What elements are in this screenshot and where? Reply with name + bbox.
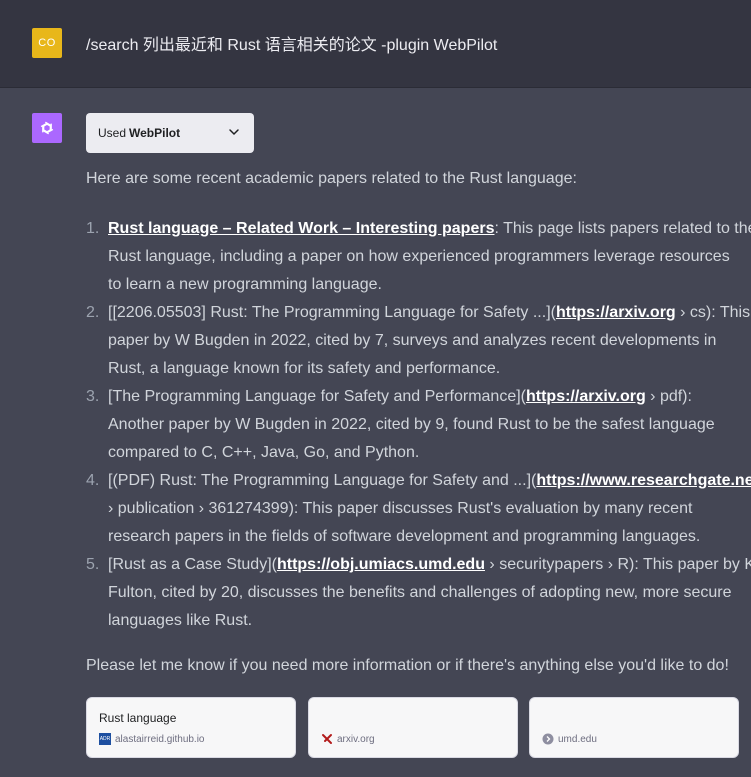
assistant-avatar (32, 113, 62, 143)
list-item: 3. [The Programming Language for Safety … (86, 383, 751, 467)
paper-link[interactable]: https://www.researchgate.net (536, 472, 751, 489)
list-item: 4. [(PDF) Rust: The Programming Language… (86, 467, 751, 551)
source-card-domain: alastairreid.github.io (115, 733, 205, 745)
item-text: paper by W Bugden in 2022, cited by 7, s… (108, 332, 717, 349)
item-text: research papers in the fields of softwar… (108, 528, 701, 545)
item-text: : This page lists papers related to the (494, 220, 751, 237)
source-card-alastairreid[interactable]: Rust language ADR alastairreid.github.io (86, 697, 296, 758)
user-message-row: CO /search 列出最近和 Rust 语言相关的论文 -plugin We… (0, 0, 751, 88)
list-item: 2. [[2206.05503] Rust: The Programming L… (86, 299, 751, 383)
paper-link[interactable]: https://arxiv.org (556, 304, 676, 321)
item-text: to learn a new programming language. (108, 276, 382, 293)
item-text: Rust language, including a paper on how … (108, 248, 730, 265)
item-text: [[2206.05503] Rust: The Programming Lang… (108, 304, 556, 321)
source-card-title: Rust language (99, 711, 177, 725)
source-card-domain: arxiv.org (337, 733, 375, 745)
item-text: Another paper by W Bugden in 2022, cited… (108, 416, 715, 433)
response-outro: Please let me know if you need more info… (86, 657, 729, 674)
chevron-down-icon (229, 129, 239, 136)
list-number: 2. (86, 304, 100, 321)
arxiv-favicon-icon (322, 734, 332, 744)
item-text: Rust, a language known for its safety an… (108, 360, 501, 377)
item-text: [The Programming Language for Safety and… (108, 388, 526, 405)
list-number: 5. (86, 556, 100, 573)
paper-list: 1. Rust language – Related Work – Intere… (86, 215, 751, 635)
paper-link[interactable]: https://arxiv.org (526, 388, 646, 405)
item-text: Fulton, cited by 20, discusses the benef… (108, 584, 732, 601)
source-card-umd[interactable]: umd.edu (529, 697, 739, 758)
item-text: compared to C, C++, Java, Go, and Python… (108, 444, 420, 461)
item-text: [Rust as a Case Study]( (108, 556, 277, 573)
user-avatar: CO (32, 28, 62, 58)
plugin-used-button[interactable]: Used WebPilot (86, 113, 254, 153)
item-text: › securitypapers › R): This paper by KR (484, 556, 751, 573)
response-intro: Here are some recent academic papers rel… (86, 170, 577, 187)
openai-logo-icon (40, 121, 54, 135)
source-card-arxiv[interactable]: arxiv.org (308, 697, 518, 758)
item-text: › cs): This (675, 304, 751, 321)
list-number: 3. (86, 388, 100, 405)
list-number: 1. (86, 220, 100, 237)
list-item: 1. Rust language – Related Work – Intere… (86, 215, 751, 299)
plugin-name: WebPilot (129, 126, 181, 140)
plugin-used-label: Used (98, 126, 127, 140)
item-text: › pdf): (645, 388, 692, 405)
list-number: 4. (86, 472, 100, 489)
source-card-domain: umd.edu (558, 733, 597, 745)
item-text: languages like Rust. (108, 612, 253, 629)
item-text: › publication › 361274399): This paper d… (108, 500, 693, 517)
globe-icon (542, 733, 554, 745)
adr-favicon-icon: ADR (99, 733, 111, 745)
list-item: 5. [Rust as a Case Study](https://obj.um… (86, 551, 751, 635)
user-message-text: /search 列出最近和 Rust 语言相关的论文 -plugin WebPi… (86, 37, 498, 54)
item-text: [(PDF) Rust: The Programming Language fo… (108, 472, 537, 489)
paper-link[interactable]: https://obj.umiacs.umd.edu (277, 556, 485, 573)
paper-link[interactable]: Rust language – Related Work – Interesti… (108, 220, 494, 237)
